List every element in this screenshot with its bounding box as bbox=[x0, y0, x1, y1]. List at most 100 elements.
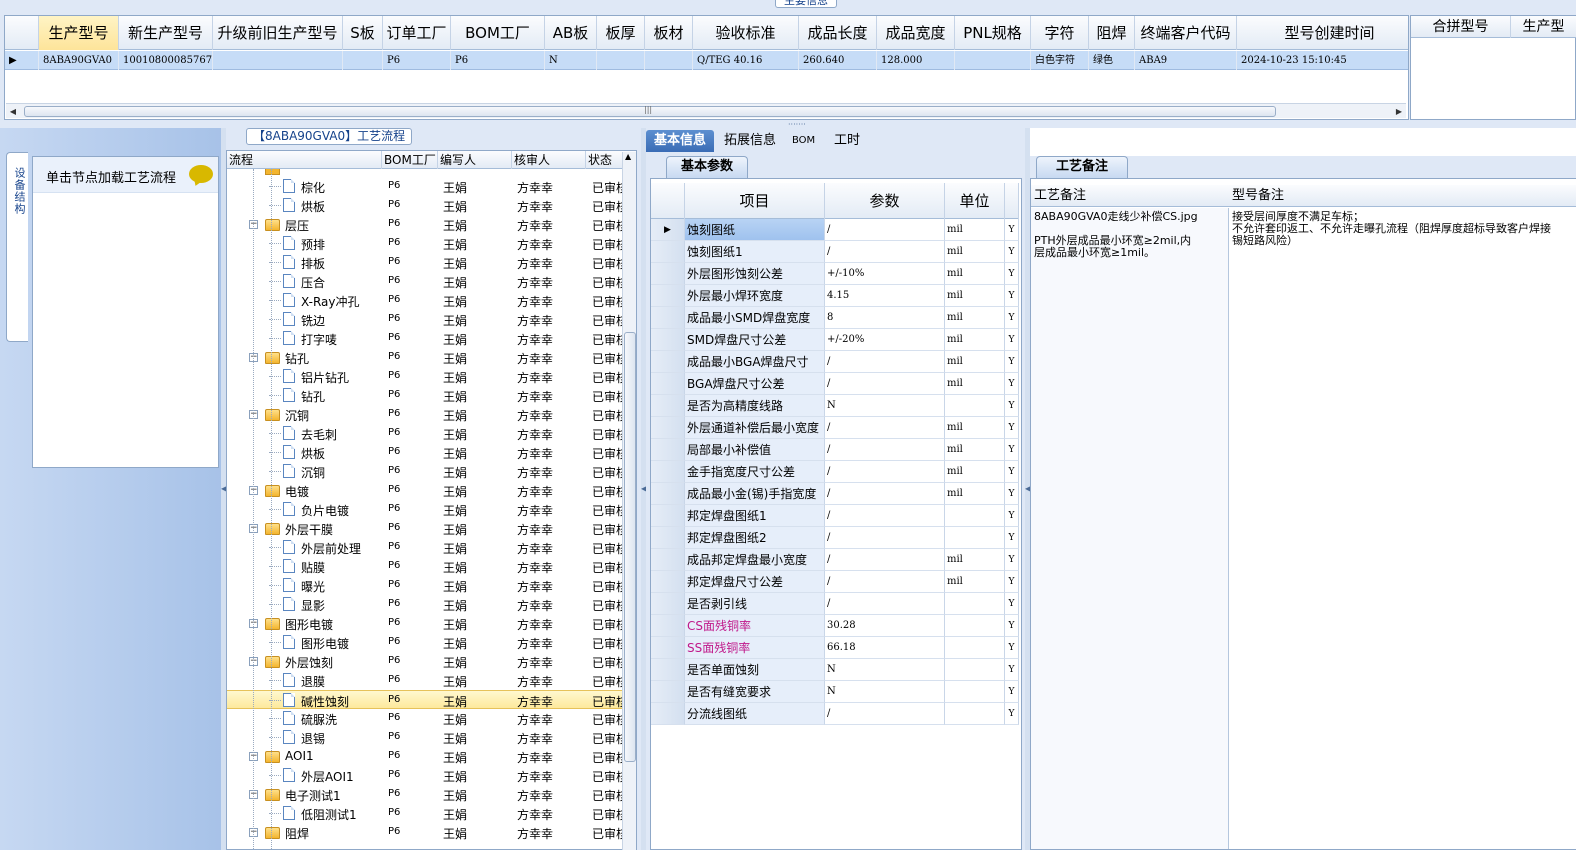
param-row[interactable]: 是否单面蚀刻 N Y bbox=[651, 659, 1019, 681]
param-row[interactable]: 成品邦定焊盘最小宽度 / mil Y bbox=[651, 549, 1019, 571]
grid-cell[interactable]: 128.000 bbox=[877, 51, 955, 70]
param-value[interactable]: / bbox=[825, 549, 945, 571]
column-header[interactable]: 板厚 bbox=[597, 16, 645, 50]
tree-scrollbar[interactable]: ▲ bbox=[622, 152, 636, 850]
tree-group-row[interactable]: −沉铜P6王娟方幸幸已审核 bbox=[227, 405, 623, 424]
param-value[interactable]: 4.15 bbox=[825, 285, 945, 307]
column-header[interactable]: 订单工厂 bbox=[383, 16, 451, 50]
param-value[interactable]: / bbox=[825, 417, 945, 439]
column-header[interactable]: 阻焊 bbox=[1089, 16, 1135, 50]
tree-step-row[interactable]: X-Ray冲孔 P6 王娟 方幸幸 已审核 bbox=[227, 291, 623, 310]
param-value[interactable]: 66.18 bbox=[825, 637, 945, 659]
tree-column-header[interactable]: 编写人 bbox=[438, 151, 512, 169]
param-value[interactable]: +/-10% bbox=[825, 263, 945, 285]
tree-group-row[interactable]: −电子测试1P6王娟方幸幸已审核 bbox=[227, 785, 623, 804]
row-header[interactable] bbox=[651, 681, 685, 703]
column-header[interactable]: 字符 bbox=[1031, 16, 1089, 50]
tree-group-row[interactable]: −电镀P6王娟方幸幸已审核 bbox=[227, 481, 623, 500]
tree-step-row[interactable]: 沉铜 P6 王娟 方幸幸 已审核 bbox=[227, 462, 623, 481]
param-value[interactable]: N bbox=[825, 395, 945, 417]
tree-group-row[interactable]: −AOI1P6王娟方幸幸已审核 bbox=[227, 747, 623, 766]
row-header[interactable] bbox=[651, 571, 685, 593]
tree-column-header[interactable]: 流程 bbox=[227, 151, 382, 169]
param-value[interactable]: / bbox=[825, 351, 945, 373]
scroll-up-icon[interactable]: ▲ bbox=[625, 152, 631, 161]
tree-group-row[interactable]: −外层干膜P6王娟方幸幸已审核 bbox=[227, 519, 623, 538]
tree-step-row[interactable]: 钻孔 P6 王娟 方幸幸 已审核 bbox=[227, 386, 623, 405]
tab-hours[interactable]: 工时 bbox=[826, 130, 868, 152]
param-row[interactable]: 分流线图纸 / Y bbox=[651, 703, 1019, 725]
param-value[interactable]: N bbox=[825, 659, 945, 681]
tree-step-row[interactable]: 曝光 P6 王娟 方幸幸 已审核 bbox=[227, 576, 623, 595]
params-column-header[interactable] bbox=[1005, 183, 1019, 219]
column-header[interactable]: 型号创建时间 bbox=[1237, 16, 1408, 50]
row-header[interactable] bbox=[651, 483, 685, 505]
tree-step-row[interactable]: 外层AOI1 P6 王娟 方幸幸 已审核 bbox=[227, 766, 623, 785]
tree-step-row[interactable]: 退锡 P6 王娟 方幸幸 已审核 bbox=[227, 728, 623, 747]
row-header[interactable] bbox=[651, 373, 685, 395]
param-row[interactable]: SS面残铜率 66.18 Y bbox=[651, 637, 1019, 659]
tree-step-row[interactable]: 显影 P6 王娟 方幸幸 已审核 bbox=[227, 595, 623, 614]
row-header[interactable] bbox=[651, 439, 685, 461]
params-column-header[interactable]: 参数 bbox=[825, 183, 945, 219]
tree-step-row[interactable]: 图形电镀 P6 王娟 方幸幸 已审核 bbox=[227, 633, 623, 652]
param-row[interactable]: BGA焊盘尺寸公差 / mil Y bbox=[651, 373, 1019, 395]
grid-cell[interactable] bbox=[955, 51, 1031, 70]
param-value[interactable]: / bbox=[825, 593, 945, 615]
tree-step-row[interactable]: 碱性蚀刻 P6 王娟 方幸幸 已审核 bbox=[227, 690, 623, 709]
params-column-header[interactable]: 单位 bbox=[945, 183, 1005, 219]
tree-step-row[interactable]: 烘板 P6 王娟 方幸幸 已审核 bbox=[227, 443, 623, 462]
tree-group-row[interactable]: −钻孔P6王娟方幸幸已审核 bbox=[227, 348, 623, 367]
param-row[interactable]: 成品最小BGA焊盘尺寸 / mil Y bbox=[651, 351, 1019, 373]
row-header[interactable] bbox=[651, 659, 685, 681]
grid-cell[interactable]: 2024-10-23 15:10:45 bbox=[1237, 51, 1408, 70]
param-row[interactable]: 邦定焊盘尺寸公差 / mil Y bbox=[651, 571, 1019, 593]
param-row[interactable]: 邦定焊盘图纸2/ Y bbox=[651, 527, 1019, 549]
column-header[interactable]: 成品宽度 bbox=[877, 16, 955, 50]
param-row[interactable]: 是否有缝宽要求 N Y bbox=[651, 681, 1019, 703]
param-row[interactable]: SMD焊盘尺寸公差 +/-20% mil Y bbox=[651, 329, 1019, 351]
row-header[interactable] bbox=[651, 351, 685, 373]
row-header[interactable] bbox=[651, 329, 685, 351]
param-value[interactable]: / bbox=[825, 703, 945, 725]
tree-step-row[interactable]: 贴膜 P6 王娟 方幸幸 已审核 bbox=[227, 557, 623, 576]
row-header[interactable] bbox=[651, 395, 685, 417]
row-header[interactable]: ▶ bbox=[651, 219, 685, 241]
grid-cell[interactable] bbox=[343, 51, 383, 70]
column-header[interactable]: 新生产型号 bbox=[119, 16, 213, 50]
tree-step-row[interactable]: 铣边 P6 王娟 方幸幸 已审核 bbox=[227, 310, 623, 329]
tree-step-row[interactable]: 硫脲洗 P6 王娟 方幸幸 已审核 bbox=[227, 709, 623, 728]
row-header[interactable] bbox=[651, 461, 685, 483]
row-header[interactable] bbox=[651, 417, 685, 439]
column-header[interactable]: 生产型号 bbox=[39, 16, 119, 50]
tab-basic-params[interactable]: 基本参数 bbox=[666, 156, 748, 178]
tab-extended[interactable]: 拓展信息 bbox=[716, 130, 784, 152]
process-note-text[interactable]: 8ABA90GVA0走线少补偿CS.jpg PTH外层成品最小环宽≥2mil,内… bbox=[1034, 211, 1228, 259]
param-row[interactable]: 外层最小焊环宽度 4.15 mil Y bbox=[651, 285, 1019, 307]
param-row[interactable]: 是否为高精度线路 N Y bbox=[651, 395, 1019, 417]
model-note-text[interactable]: 接受层间厚度不满足车标； 不允许套印返工、不允许走曝孔流程（阻焊厚度超标导致客户… bbox=[1232, 211, 1576, 247]
row-header[interactable] bbox=[651, 593, 685, 615]
grid-cell[interactable]: N bbox=[545, 51, 597, 70]
param-row[interactable]: 邦定焊盘图纸1/ Y bbox=[651, 505, 1019, 527]
row-header[interactable] bbox=[651, 637, 685, 659]
column-header[interactable]: 升级前旧生产型号 bbox=[213, 16, 343, 50]
grid-cell[interactable]: P6 bbox=[451, 51, 545, 70]
tree-step-row[interactable]: 去毛刺 P6 王娟 方幸幸 已审核 bbox=[227, 424, 623, 443]
param-value[interactable]: 8 bbox=[825, 307, 945, 329]
tree-group-row[interactable]: −阻焊P6王娟方幸幸已审核 bbox=[227, 823, 623, 842]
param-value[interactable]: N bbox=[825, 681, 945, 703]
grid-cell[interactable]: 10010800085767 bbox=[119, 51, 213, 70]
column-header[interactable]: 验收标准 bbox=[693, 16, 799, 50]
tree-step-row[interactable]: 打字唛 P6 王娟 方幸幸 已审核 bbox=[227, 329, 623, 348]
grid-cell[interactable]: 白色字符 bbox=[1031, 51, 1089, 70]
column-header[interactable]: 板材 bbox=[645, 16, 693, 50]
tree-step-row[interactable]: 退膜 P6 王娟 方幸幸 已审核 bbox=[227, 671, 623, 690]
vertical-tab[interactable]: 设备结构 bbox=[6, 152, 28, 342]
column-header[interactable]: 生产型 bbox=[1511, 16, 1576, 38]
tree-step-row[interactable]: 负片电镀 P6 王娟 方幸幸 已审核 bbox=[227, 500, 623, 519]
param-value[interactable]: / bbox=[825, 571, 945, 593]
tree-scrollbar-thumb[interactable] bbox=[624, 332, 636, 762]
tree-step-row[interactable]: 压合 P6 王娟 方幸幸 已审核 bbox=[227, 272, 623, 291]
param-value[interactable]: / bbox=[825, 241, 945, 263]
